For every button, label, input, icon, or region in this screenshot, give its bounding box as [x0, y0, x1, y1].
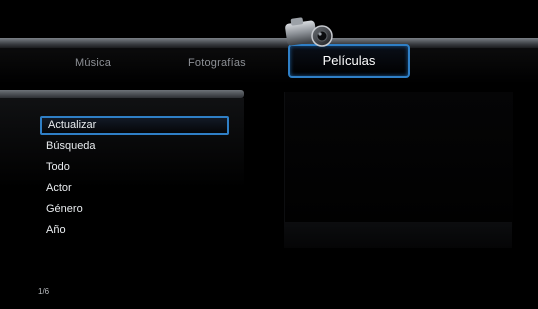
preview-info-bar [284, 222, 512, 248]
media-player-screen: Música Fotografías Películas Actualizar [0, 0, 538, 309]
header-bar [0, 38, 538, 48]
menu-item-label: Género [46, 203, 83, 215]
menu-item-actor[interactable]: Actor [40, 179, 240, 200]
menu-item-label: Año [46, 224, 66, 236]
menu-item-genre[interactable]: Género [40, 200, 240, 221]
menu-header-bar [0, 90, 244, 98]
menu-item-search[interactable]: Búsqueda [40, 137, 240, 158]
tab-photos[interactable]: Fotografías [188, 57, 246, 69]
menu-item-label: Búsqueda [46, 140, 96, 152]
menu-item-all[interactable]: Todo [40, 158, 240, 179]
menu-list: Actualizar Búsqueda Todo Actor Género Añ… [40, 116, 240, 242]
tab-movies-label: Películas [322, 53, 376, 68]
menu-item-label: Todo [46, 161, 70, 173]
video-camera-icon [285, 17, 333, 47]
menu-item-label: Actualizar [48, 119, 97, 131]
menu-item-update[interactable]: Actualizar [40, 116, 229, 135]
page-indicator: 1/6 [38, 287, 50, 296]
tab-music[interactable]: Música [75, 57, 111, 69]
menu-item-label: Actor [46, 182, 72, 194]
menu-item-year[interactable]: Año [40, 221, 240, 242]
